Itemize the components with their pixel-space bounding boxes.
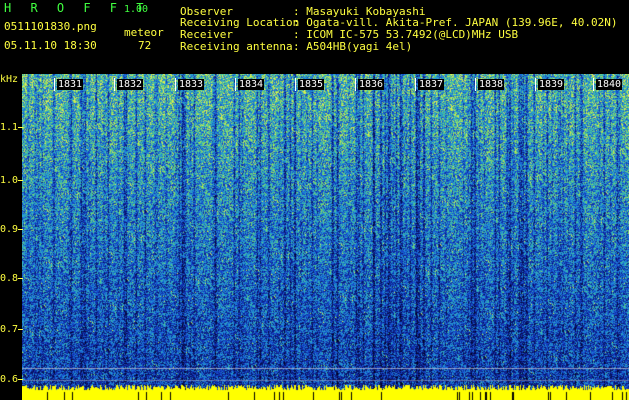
time-tick <box>175 78 176 91</box>
spectrogram-canvas <box>22 74 629 400</box>
time-tick <box>295 78 296 91</box>
file-name: 0511101830.png <box>4 20 97 33</box>
antenna-label: Receiving antenna <box>180 40 293 53</box>
time-label: 1838 <box>478 79 505 90</box>
app-version: 1.00 <box>124 4 149 15</box>
y-tick-label: 0.8 <box>0 273 19 284</box>
y-tick <box>18 127 23 128</box>
y-tick <box>18 379 23 380</box>
time-tick <box>235 78 236 91</box>
time-label: 1840 <box>596 79 623 90</box>
header-panel: H R O F F T 1.00 0511101830.png 05.11.10… <box>0 0 629 74</box>
time-label: 1837 <box>418 79 445 90</box>
time-tick <box>475 78 476 91</box>
time-tick <box>114 78 115 91</box>
antenna-value: : A504HB(yagi 4el) <box>293 40 413 53</box>
y-tick <box>18 278 23 279</box>
time-label: 1834 <box>238 79 265 90</box>
time-tick <box>415 78 416 91</box>
y-tick <box>18 180 23 181</box>
y-tick <box>18 329 23 330</box>
y-tick-label: 1.1 <box>0 122 19 133</box>
y-axis: kHz 1.1 1.0 0.9 0.8 0.7 0.6 <box>0 74 23 400</box>
time-label: 1839 <box>538 79 565 90</box>
time-tick <box>535 78 536 91</box>
time-tick <box>355 78 356 91</box>
y-tick-label: 0.6 <box>0 374 19 385</box>
time-tick <box>54 78 55 91</box>
y-tick-label: 0.7 <box>0 324 19 335</box>
time-label: 1832 <box>117 79 144 90</box>
meteor-count: 72 <box>138 39 152 52</box>
file-datetime: 05.11.10 18:30 <box>4 39 97 52</box>
time-label: 1831 <box>57 79 84 90</box>
meteor-label: meteor <box>124 26 164 39</box>
time-label: 1835 <box>298 79 325 90</box>
time-tick <box>593 78 594 91</box>
y-axis-unit: kHz <box>0 74 19 85</box>
y-tick-label: 1.0 <box>0 175 19 186</box>
time-label: 1833 <box>178 79 205 90</box>
y-tick <box>18 229 23 230</box>
time-label: 1836 <box>358 79 385 90</box>
y-tick-label: 0.9 <box>0 224 19 235</box>
